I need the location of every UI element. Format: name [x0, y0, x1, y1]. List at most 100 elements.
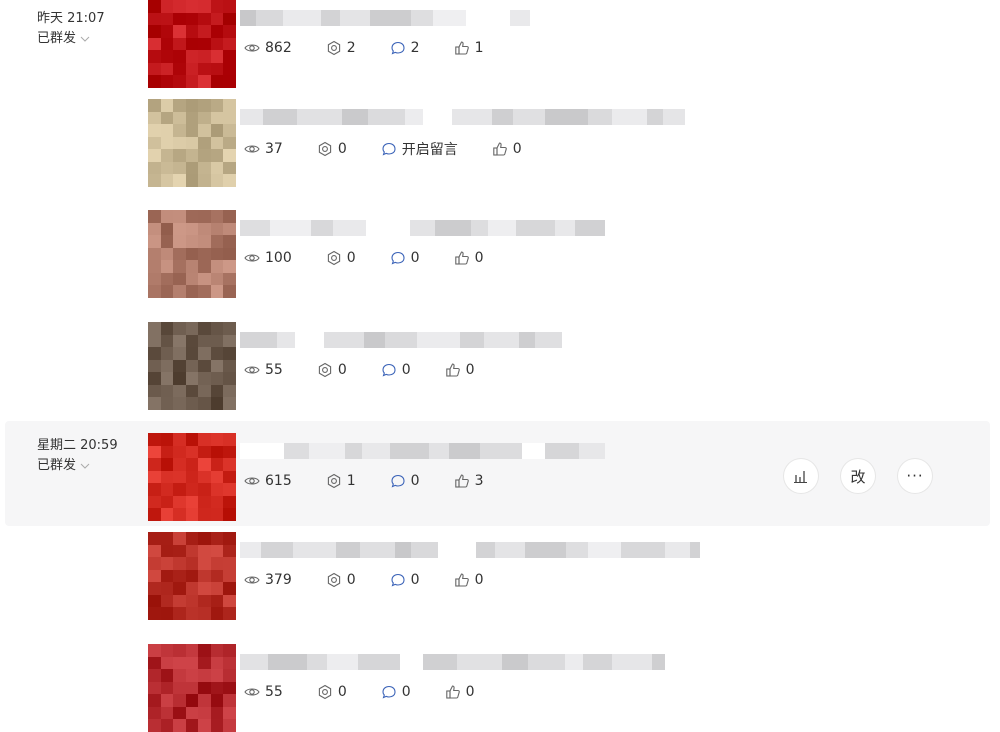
article-title-blurred[interactable] [240, 443, 605, 459]
stat-shares: 0 [326, 572, 356, 588]
comments-count: 0 [410, 572, 420, 588]
comments-count: 0 [401, 362, 411, 378]
thumbnail-mosaic [148, 532, 236, 620]
stat-views: 100 [244, 250, 292, 266]
stats-button[interactable] [784, 459, 818, 493]
thumbs-up-icon [445, 363, 460, 377]
stat-comments[interactable]: 0 [381, 362, 411, 378]
stat-comments[interactable]: 2 [390, 40, 420, 56]
article-stats: 55 0 0 0 [244, 684, 509, 700]
stat-likes: 0 [445, 684, 475, 700]
thumbnail-mosaic [148, 644, 236, 732]
likes-count: 0 [465, 684, 475, 700]
comment-icon [391, 41, 405, 55]
thumbs-up-icon [492, 142, 507, 156]
more-button[interactable]: ··· [898, 459, 932, 493]
group-meta-1: 昨天 21:07 已群发 [37, 9, 105, 49]
article-stats: 379 0 0 0 [244, 572, 518, 588]
stat-likes: 0 [445, 362, 475, 378]
stat-likes: 1 [454, 40, 484, 56]
article-title-blurred[interactable] [240, 10, 530, 26]
article-item[interactable]: 37 0 开启留言 0 [148, 99, 748, 187]
stat-likes: 0 [492, 141, 522, 157]
article-title-blurred[interactable] [240, 109, 685, 125]
article-stats: 862 2 2 1 [244, 40, 518, 56]
article-stats: 55 0 0 0 [244, 362, 509, 378]
article-thumbnail[interactable] [148, 322, 236, 410]
comment-icon [382, 142, 396, 156]
article-title-blurred[interactable] [240, 332, 590, 348]
thumbnail-mosaic [148, 99, 236, 187]
stat-shares: 0 [317, 684, 347, 700]
thumbnail-mosaic [148, 433, 236, 521]
bar-chart-icon [794, 471, 807, 483]
chevron-down-icon [80, 36, 90, 42]
eye-icon [244, 576, 260, 584]
article-item[interactable]: 55 0 0 0 [148, 644, 748, 732]
eye-icon [244, 44, 260, 52]
comments-count: 0 [401, 684, 411, 700]
thumbs-up-icon [454, 41, 469, 55]
stat-comments[interactable]: 0 [390, 473, 420, 489]
article-title-blurred[interactable] [240, 220, 605, 236]
article-item[interactable]: 100 0 0 0 [148, 210, 748, 298]
stat-comments[interactable]: 0 [390, 572, 420, 588]
stat-comments[interactable]: 开启留言 [381, 139, 458, 159]
views-count: 55 [265, 684, 283, 700]
views-count: 862 [265, 40, 292, 56]
thumbnail-mosaic [148, 0, 236, 88]
stat-views: 862 [244, 40, 292, 56]
share-icon [327, 473, 340, 489]
article-thumbnail[interactable] [148, 0, 236, 88]
shares-count: 1 [346, 473, 356, 489]
article-thumbnail[interactable] [148, 532, 236, 620]
stat-shares: 0 [317, 362, 347, 378]
comments-count: 0 [410, 473, 420, 489]
shares-count: 2 [346, 40, 356, 56]
likes-count: 0 [474, 250, 484, 266]
publish-time: 星期二 20:59 [37, 438, 118, 453]
article-item[interactable]: 615 1 0 3 [148, 433, 748, 521]
publish-time: 昨天 21:07 [37, 11, 105, 26]
share-icon [327, 250, 340, 266]
row-actions: 改 ··· [784, 459, 955, 493]
article-item[interactable]: 55 0 0 0 [148, 322, 748, 410]
publish-status[interactable]: 已群发 [37, 29, 105, 49]
publish-status-label: 已群发 [37, 458, 77, 473]
article-item[interactable]: 379 0 0 0 [148, 532, 748, 620]
likes-count: 0 [465, 362, 475, 378]
article-title-blurred[interactable] [240, 654, 665, 670]
article-thumbnail[interactable] [148, 644, 236, 732]
article-thumbnail[interactable] [148, 210, 236, 298]
thumbnail-mosaic [148, 210, 236, 298]
comment-icon [391, 573, 405, 587]
group-meta-2: 星期二 20:59 已群发 [37, 436, 118, 476]
eye-icon [244, 254, 260, 262]
article-item[interactable]: 862 2 2 1 [148, 0, 748, 88]
share-icon [327, 40, 340, 56]
publish-status[interactable]: 已群发 [37, 456, 118, 476]
stat-comments[interactable]: 0 [381, 684, 411, 700]
share-icon [318, 362, 331, 378]
likes-count: 3 [474, 473, 484, 489]
stat-views: 55 [244, 362, 283, 378]
likes-count: 0 [512, 141, 522, 157]
article-thumbnail[interactable] [148, 433, 236, 521]
eye-icon [244, 477, 260, 485]
thumbs-up-icon [454, 474, 469, 488]
shares-count: 0 [337, 141, 347, 157]
stat-likes: 3 [454, 473, 484, 489]
comments-count: 开启留言 [401, 142, 458, 158]
edit-button[interactable]: 改 [841, 459, 875, 493]
article-stats: 37 0 开启留言 0 [244, 139, 556, 159]
likes-count: 1 [474, 40, 484, 56]
comment-icon [391, 251, 405, 265]
article-thumbnail[interactable] [148, 99, 236, 187]
views-count: 100 [265, 250, 292, 266]
thumbs-up-icon [454, 573, 469, 587]
views-count: 55 [265, 362, 283, 378]
shares-count: 0 [337, 684, 347, 700]
stat-comments[interactable]: 0 [390, 250, 420, 266]
article-title-blurred[interactable] [240, 542, 700, 558]
eye-icon [244, 688, 260, 696]
